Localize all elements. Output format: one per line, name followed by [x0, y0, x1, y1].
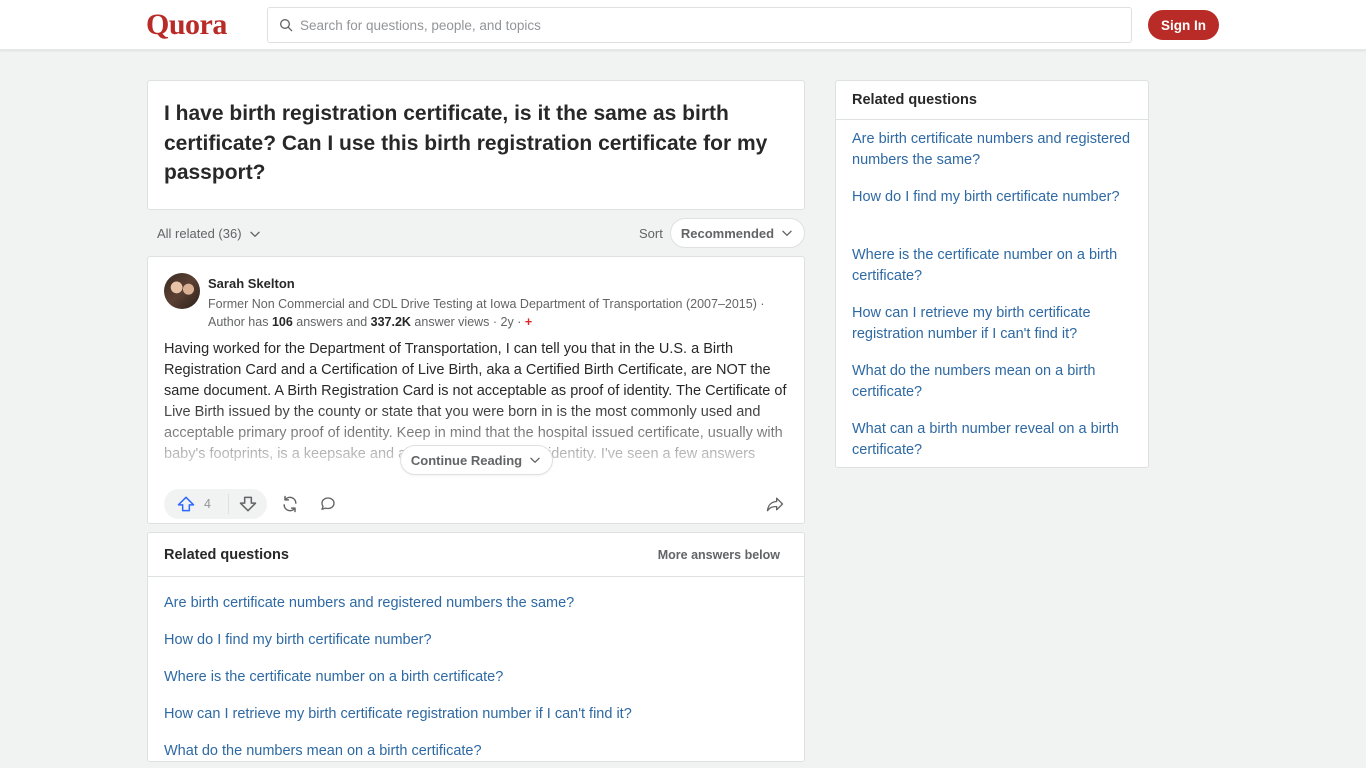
share-button[interactable] [760, 489, 790, 519]
stats-prefix: Author has [208, 315, 272, 329]
chevron-down-icon [782, 230, 792, 236]
question-title: I have birth registration certificate, i… [164, 102, 768, 184]
reshare-icon [283, 495, 297, 513]
answer-actions: 4 [164, 489, 790, 519]
author-avatar[interactable] [164, 273, 200, 309]
upvote-button[interactable]: 4 [164, 489, 228, 519]
continue-reading-label: Continue Reading [410, 452, 523, 468]
sidebar-question-link[interactable]: What can a birth number reveal on a birt… [852, 419, 1132, 477]
plus-icon: + [524, 315, 533, 329]
credential-text: Former Non Commercial and CDL Drive Test… [208, 297, 765, 311]
more-answers-below: More answers below [657, 548, 780, 562]
sidebar-related-questions: Related questions Are birth certificate … [835, 80, 1149, 468]
sign-in-button[interactable]: Sign In [1148, 10, 1219, 40]
sidebar-title: Related questions [836, 81, 1148, 120]
quora-logo[interactable]: Quora [146, 8, 227, 42]
related-question-link[interactable]: Are birth certificate numbers and regist… [148, 585, 804, 622]
answer-card: Sarah Skelton Former Non Commercial and … [147, 256, 805, 524]
top-header: Quora Sign In [0, 0, 1366, 50]
share-arrow-icon [766, 497, 784, 512]
sort-dropdown[interactable]: Recommended [670, 218, 805, 248]
author-name[interactable]: Sarah Skelton [208, 276, 295, 291]
related-questions-title: Related questions [164, 547, 289, 563]
question-card: I have birth registration certificate, i… [147, 80, 805, 210]
vote-group: 4 [164, 489, 267, 519]
views-count: 337.2K [370, 315, 411, 329]
answer-filter-row: All related (36) Sort Recommended [147, 218, 805, 248]
sidebar-question-link[interactable]: How do I find my birth certificate numbe… [852, 187, 1132, 245]
continue-reading-button[interactable]: Continue Reading [400, 445, 553, 475]
sort-label: Sort [639, 226, 663, 241]
search-bar[interactable] [267, 7, 1132, 43]
downvote-arrow-icon [239, 496, 257, 512]
related-question-link[interactable]: How can I retrieve my birth certificate … [148, 696, 804, 733]
related-questions-card: Related questions More answers below Are… [147, 532, 805, 762]
all-related-dropdown[interactable]: All related (36) [157, 226, 262, 241]
sidebar-question-link[interactable]: Where is the certificate number on a bir… [852, 245, 1132, 303]
comment-icon [321, 497, 335, 510]
downvote-button[interactable] [229, 489, 267, 519]
chevron-down-icon [249, 231, 260, 237]
comment-button[interactable] [313, 489, 343, 519]
search-icon [280, 19, 293, 32]
share-reshare-button[interactable] [275, 489, 305, 519]
sidebar-question-link[interactable]: How can I retrieve my birth certificate … [852, 303, 1132, 361]
answers-count: 106 [271, 315, 293, 329]
stats-suffix: answer views · 2y · [410, 315, 522, 329]
upvote-arrow-icon [177, 496, 195, 512]
related-question-link[interactable]: How do I find my birth certificate numbe… [148, 622, 804, 659]
search-input[interactable] [300, 17, 1100, 33]
related-questions-list: Are birth certificate numbers and regist… [148, 577, 804, 768]
related-questions-header: Related questions More answers below [148, 533, 804, 577]
all-related-label: All related (36) [157, 226, 242, 241]
sidebar-question-link[interactable]: Are birth certificate numbers and regist… [852, 129, 1132, 187]
upvote-count: 4 [204, 497, 211, 511]
related-question-link[interactable]: What do the numbers mean on a birth cert… [148, 733, 804, 768]
chevron-down-icon [530, 457, 540, 463]
sidebar-list: Are birth certificate numbers and regist… [836, 120, 1148, 477]
sort-value: Recommended [680, 225, 775, 241]
related-question-link[interactable]: Where is the certificate number on a bir… [148, 659, 804, 696]
sidebar-question-link[interactable]: What do the numbers mean on a birth cert… [852, 361, 1132, 419]
stats-middle: answers and [292, 315, 371, 329]
author-credential: Former Non Commercial and CDL Drive Test… [208, 295, 798, 331]
